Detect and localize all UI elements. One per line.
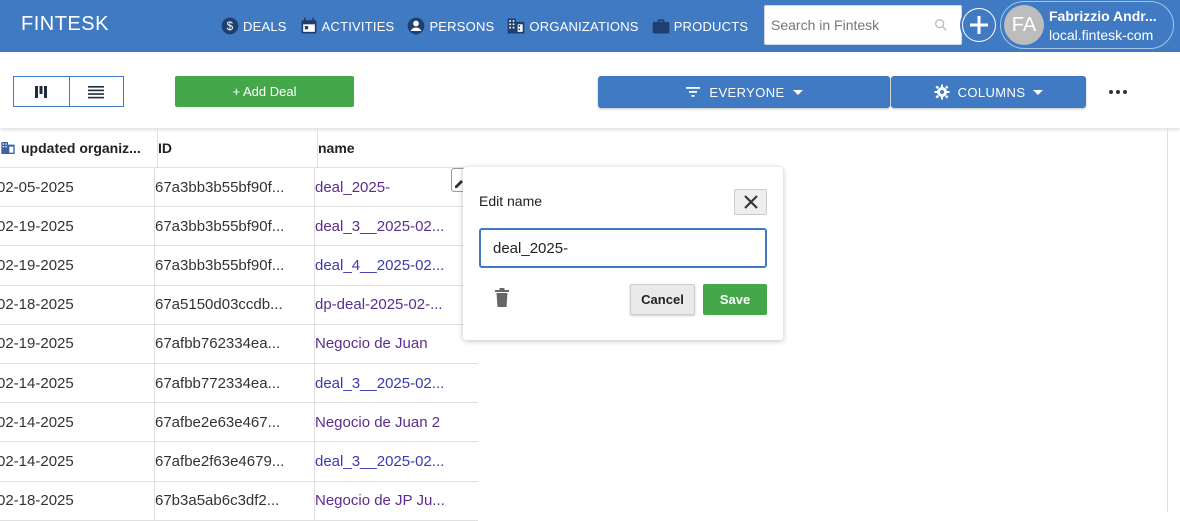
table-row[interactable]: 02-14-2025 67afbe2f63e4679... deal_3__2025…: [0, 442, 478, 482]
filter-everyone-button[interactable]: EVERYONE: [598, 76, 890, 108]
cell-updated-date: 02-14-2025: [0, 363, 155, 403]
view-toggle: [13, 76, 124, 107]
cell-id: 67afbb762334ea...: [155, 324, 315, 363]
person-circle-icon: [408, 17, 425, 35]
close-icon: [743, 195, 758, 209]
svg-text:$: $: [227, 20, 234, 33]
table-body: 02-05-2025 67a3bb3b55bf90f... deal_2025- 02…: [0, 168, 478, 521]
cell-name-link[interactable]: Negocio de JP Ju...: [315, 482, 475, 520]
cell-id: 67a5150d03ccdb...: [155, 285, 315, 324]
toolbar: + Add Deal EVERYONE COLUMNS: [0, 52, 1180, 128]
caret-down-icon: [1033, 89, 1044, 95]
cell-id: 67a3bb3b55bf90f...: [155, 207, 315, 246]
cell-updated-date: 02-19-2025: [0, 246, 155, 285]
cancel-button[interactable]: Cancel: [630, 284, 695, 315]
cell-id: 67afbb772334ea...: [155, 363, 315, 403]
cell-updated-date: 02-18-2025: [0, 481, 155, 520]
table-row[interactable]: 02-14-2025 67afbe2e63e467... Negocio de Ju…: [0, 403, 478, 443]
cell-id: 67a3bb3b55bf90f...: [155, 246, 315, 285]
search-icon[interactable]: [933, 17, 949, 33]
cell-updated-date: 02-18-2025: [0, 285, 155, 324]
user-menu[interactable]: FA Fabrizzio Andr... local.fintesk-com: [1000, 1, 1174, 49]
main-nav: $ DEALS ACTIVITIES PERSONS ORGANIZATIONS…: [220, 0, 760, 52]
deals-table: updated organiz... ID name 02-05-2025 67a…: [0, 128, 478, 521]
table-row[interactable]: 02-18-2025 67b3a5ab6c3df2... Negocio de JP…: [0, 481, 478, 521]
nav-activities[interactable]: ACTIVITIES: [299, 16, 395, 36]
cell-name-link[interactable]: Negocio de Juan: [315, 325, 475, 363]
column-header-id[interactable]: ID: [158, 128, 318, 168]
column-header-name[interactable]: name: [318, 128, 478, 168]
table-row[interactable]: 02-14-2025 67afbb772334ea... deal_3__2025-…: [0, 363, 478, 404]
top-bar: FINTESK $ DEALS ACTIVITIES PERSONS ORGAN…: [0, 0, 1180, 52]
caret-down-icon: [792, 89, 803, 95]
table-row[interactable]: 02-18-2025 67a5150d03ccdb... dp-deal-2025-…: [0, 285, 478, 325]
nav-activities-label: ACTIVITIES: [321, 18, 395, 34]
cell-id: 67b3a5ab6c3df2...: [155, 481, 315, 520]
gear-icon: [934, 84, 950, 100]
search-box: [764, 5, 962, 45]
cell-updated-date: 02-14-2025: [0, 442, 155, 481]
cell-id: 67a3bb3b55bf90f...: [155, 168, 315, 207]
plus-icon: [963, 9, 995, 41]
list-icon: [88, 85, 105, 98]
save-button[interactable]: Save: [703, 284, 767, 315]
popover-title: Edit name: [479, 193, 543, 209]
cell-id: 67afbe2e63e467...: [155, 403, 315, 442]
column-header-label: ID: [158, 140, 172, 156]
table-row[interactable]: 02-19-2025 67a3bb3b55bf90f... deal_3__2025…: [0, 207, 478, 247]
briefcase-icon: [652, 19, 670, 34]
close-button[interactable]: [734, 189, 767, 215]
cell-name-link[interactable]: deal_4__2025-02...: [315, 246, 475, 284]
name-input[interactable]: [479, 228, 767, 268]
add-deal-button[interactable]: + Add Deal: [175, 76, 354, 107]
list-view-button[interactable]: [68, 77, 124, 106]
cell-id: 67afbe2f63e4679...: [155, 442, 315, 481]
more-options-icon[interactable]: [1106, 84, 1130, 100]
column-header-label: updated organiz...: [21, 140, 141, 156]
columns-label: COLUMNS: [957, 84, 1026, 100]
nav-products-label: PRODUCTS: [673, 18, 749, 34]
table-row[interactable]: 02-19-2025 67afbb762334ea... Negocio de Ju…: [0, 324, 478, 364]
table-right-divider: [1167, 128, 1168, 512]
table-header: updated organiz... ID name: [0, 128, 478, 168]
search-input[interactable]: [765, 6, 935, 44]
nav-products[interactable]: PRODUCTS: [651, 16, 749, 36]
building-icon: [508, 18, 525, 34]
nav-organizations-label: ORGANIZATIONS: [529, 18, 639, 34]
kanban-view-button[interactable]: [14, 77, 69, 106]
edit-name-popover: Edit name Cancel Save: [463, 167, 783, 340]
kanban-icon: [35, 85, 48, 98]
cell-name-link[interactable]: deal_3__2025-02...: [315, 364, 475, 402]
cell-name-link[interactable]: dp-deal-2025-02-...: [315, 286, 475, 324]
cell-updated-date: 02-14-2025: [0, 403, 155, 442]
table-row[interactable]: 02-05-2025 67a3bb3b55bf90f... deal_2025-: [0, 168, 478, 208]
quick-add-button[interactable]: [960, 6, 998, 44]
nav-persons-label: PERSONS: [429, 18, 495, 34]
trash-icon[interactable]: [494, 288, 510, 308]
cell-name-link[interactable]: Negocio de Juan 2: [315, 403, 475, 441]
column-header-label: name: [318, 140, 355, 156]
cell-name-link[interactable]: deal_3__2025-02...: [315, 442, 475, 480]
cell-name-link[interactable]: deal_3__2025-02...: [315, 207, 475, 245]
columns-button[interactable]: COLUMNS: [891, 76, 1086, 108]
column-header-updated-organization[interactable]: updated organiz...: [0, 128, 158, 168]
cell-updated-date: 02-19-2025: [0, 324, 155, 363]
brand-logo[interactable]: FINTESK: [21, 13, 109, 36]
table-row[interactable]: 02-19-2025 67a3bb3b55bf90f... deal_4__2025…: [0, 246, 478, 286]
dollar-circle-icon: $: [221, 17, 239, 35]
user-name: Fabrizzio Andr...: [1049, 7, 1157, 24]
calendar-icon: [301, 17, 317, 34]
nav-persons[interactable]: PERSONS: [406, 16, 494, 36]
nav-deals-label: DEALS: [243, 18, 287, 34]
building-icon: [1, 142, 15, 154]
nav-organizations[interactable]: ORGANIZATIONS: [506, 16, 638, 36]
user-org: local.fintesk-com: [1049, 26, 1154, 43]
filter-icon: [686, 87, 701, 97]
cell-updated-date: 02-19-2025: [0, 207, 155, 246]
avatar: FA: [1004, 5, 1044, 45]
nav-deals[interactable]: $ DEALS: [220, 16, 287, 36]
cell-updated-date: 02-05-2025: [0, 168, 155, 207]
filter-label: EVERYONE: [709, 84, 785, 100]
